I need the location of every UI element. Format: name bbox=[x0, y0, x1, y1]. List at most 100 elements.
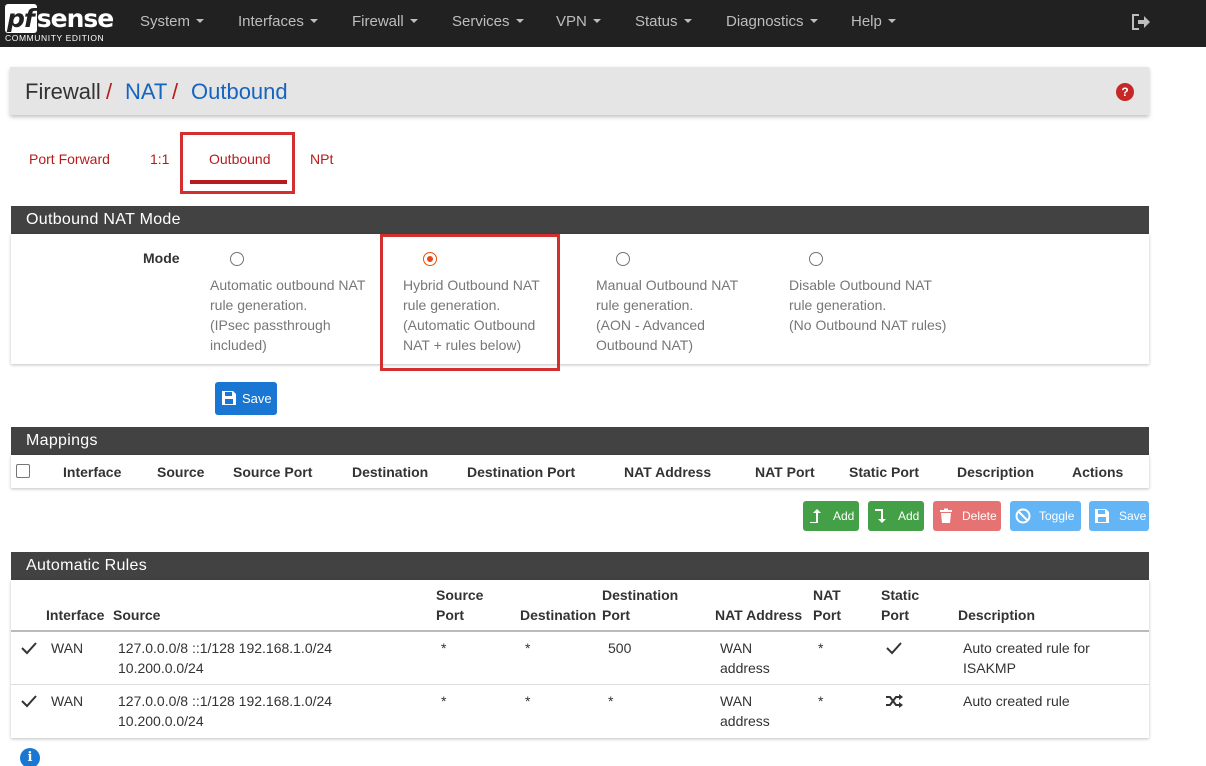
pfsense-logo[interactable]: pf sense COMMUNITY EDITION bbox=[5, 4, 115, 44]
outbound-nat-mode-header: Outbound NAT Mode bbox=[11, 206, 1149, 234]
rule-source-port: * bbox=[441, 640, 447, 656]
rule-source: 127.0.0.0/8 ::1/128 192.168.1.0/24 10.200… bbox=[118, 640, 333, 676]
breadcrumb-separator: / bbox=[106, 79, 113, 104]
rule-nat-address: WAN address bbox=[720, 640, 770, 676]
random-icon bbox=[886, 694, 903, 708]
breadcrumb: Firewall / NAT / Outbound ? bbox=[10, 67, 1149, 115]
caret-down-icon bbox=[196, 19, 205, 23]
sign-out-icon[interactable] bbox=[1130, 12, 1152, 32]
toggle-button[interactable]: Toggle bbox=[1010, 501, 1081, 531]
caret-down-icon bbox=[409, 19, 418, 23]
rule-nat-port: * bbox=[818, 693, 824, 709]
column-header: NAT Address bbox=[715, 607, 803, 623]
column-header: Actions bbox=[1072, 464, 1124, 480]
tab-port-forward[interactable]: Port Forward bbox=[29, 151, 110, 167]
nav-status[interactable]: Status bbox=[635, 13, 692, 30]
rule-description: Auto created rule for ISAKMP bbox=[963, 640, 1090, 676]
breadcrumb-separator: / bbox=[172, 79, 179, 104]
nav-interfaces[interactable]: Interfaces bbox=[238, 13, 318, 30]
column-header[interactable]: NAT Port bbox=[755, 464, 815, 480]
save-icon bbox=[1095, 509, 1109, 523]
mode-save-button[interactable]: Save bbox=[215, 382, 277, 415]
logo-edition: COMMUNITY EDITION bbox=[5, 33, 105, 43]
rule-destination-port: * bbox=[608, 693, 614, 709]
column-header[interactable]: Destination bbox=[352, 464, 428, 480]
rule-destination: * bbox=[525, 640, 531, 656]
select-all-checkbox[interactable] bbox=[16, 464, 30, 478]
rule-destination-port: 500 bbox=[608, 640, 632, 656]
top-navbar: pf sense COMMUNITY EDITION System Interfa… bbox=[0, 0, 1206, 47]
column-header: Destination Port bbox=[602, 587, 679, 623]
column-header[interactable]: Description bbox=[957, 464, 1034, 480]
delete-button[interactable]: Delete bbox=[933, 501, 1001, 531]
nav-firewall[interactable]: Firewall bbox=[352, 13, 418, 30]
mappings-save-button[interactable]: Save bbox=[1089, 501, 1149, 531]
radio-disable[interactable] bbox=[809, 252, 823, 266]
caret-down-icon bbox=[592, 19, 601, 23]
automatic-rules-header: Automatic Rules bbox=[11, 552, 1149, 580]
nav-system[interactable]: System bbox=[140, 13, 205, 30]
radio-manual-label[interactable]: Manual Outbound NAT rule generation. (AO… bbox=[596, 275, 766, 355]
rule-source: 127.0.0.0/8 ::1/128 192.168.1.0/24 10.200… bbox=[118, 693, 333, 729]
logo-prefix: pf bbox=[5, 4, 37, 33]
breadcrumb-outbound[interactable]: Outbound bbox=[191, 79, 288, 105]
radio-manual[interactable] bbox=[616, 252, 630, 266]
radio-disable-label[interactable]: Disable Outbound NAT rule generation. (N… bbox=[789, 275, 959, 335]
highlight-box-hybrid-mode bbox=[380, 234, 560, 371]
column-header[interactable]: NAT Address bbox=[624, 464, 711, 480]
mode-label: Mode bbox=[143, 250, 180, 266]
column-header[interactable]: Static Port bbox=[849, 464, 919, 480]
check-icon bbox=[886, 642, 902, 655]
check-icon bbox=[21, 642, 37, 655]
radio-automatic[interactable] bbox=[230, 252, 244, 266]
column-header: NAT Port bbox=[813, 587, 841, 623]
outbound-nat-mode-panel bbox=[11, 234, 1149, 364]
tab-one-to-one[interactable]: 1:1 bbox=[150, 151, 169, 167]
rule-source-port: * bbox=[441, 693, 447, 709]
column-header: Static Port bbox=[881, 587, 920, 623]
column-header[interactable]: Destination Port bbox=[467, 464, 575, 480]
column-header: Source Port bbox=[436, 587, 484, 623]
nav-vpn[interactable]: VPN bbox=[556, 13, 601, 30]
ban-icon bbox=[1015, 508, 1031, 524]
column-header: Source bbox=[113, 607, 161, 623]
column-header: Interface bbox=[46, 607, 105, 623]
column-header[interactable]: Source bbox=[157, 464, 204, 480]
rule-interface: WAN bbox=[51, 693, 84, 709]
row-divider bbox=[11, 684, 1149, 685]
nav-diagnostics[interactable]: Diagnostics bbox=[726, 13, 818, 30]
caret-down-icon bbox=[683, 19, 692, 23]
header-divider bbox=[11, 630, 1149, 632]
mappings-header: Mappings bbox=[11, 427, 1149, 455]
column-header: Description bbox=[958, 607, 1036, 623]
arrow-up-icon bbox=[810, 509, 821, 523]
rule-interface: WAN bbox=[51, 640, 84, 656]
save-icon bbox=[222, 391, 236, 405]
breadcrumb-nat[interactable]: NAT bbox=[125, 79, 167, 105]
caret-down-icon bbox=[515, 19, 524, 23]
radio-automatic-label[interactable]: Automatic outbound NAT rule generation. … bbox=[210, 275, 380, 355]
help-icon[interactable]: ? bbox=[1116, 83, 1134, 101]
rule-nat-port: * bbox=[818, 640, 824, 656]
rule-nat-address: WAN address bbox=[720, 693, 770, 729]
trash-icon bbox=[940, 508, 952, 523]
caret-down-icon bbox=[309, 19, 318, 23]
add-bottom-button[interactable]: Add bbox=[868, 501, 924, 531]
arrow-down-icon bbox=[875, 509, 886, 523]
column-header: Destination bbox=[520, 607, 597, 623]
column-header[interactable]: Interface bbox=[63, 464, 121, 480]
check-icon bbox=[21, 695, 37, 708]
caret-down-icon bbox=[809, 19, 818, 23]
caret-down-icon bbox=[887, 19, 896, 23]
nav-help[interactable]: Help bbox=[851, 13, 896, 30]
breadcrumb-firewall: Firewall bbox=[25, 79, 101, 104]
rule-description: Auto created rule bbox=[963, 693, 1070, 709]
tab-npt[interactable]: NPt bbox=[310, 151, 333, 167]
rule-destination: * bbox=[525, 693, 531, 709]
info-icon[interactable]: i bbox=[20, 748, 40, 766]
nav-services[interactable]: Services bbox=[452, 13, 524, 30]
column-header[interactable]: Source Port bbox=[233, 464, 312, 480]
add-top-button[interactable]: Add bbox=[803, 501, 859, 531]
highlight-box-outbound-tab bbox=[180, 132, 295, 194]
logo-text: sense bbox=[36, 4, 114, 33]
